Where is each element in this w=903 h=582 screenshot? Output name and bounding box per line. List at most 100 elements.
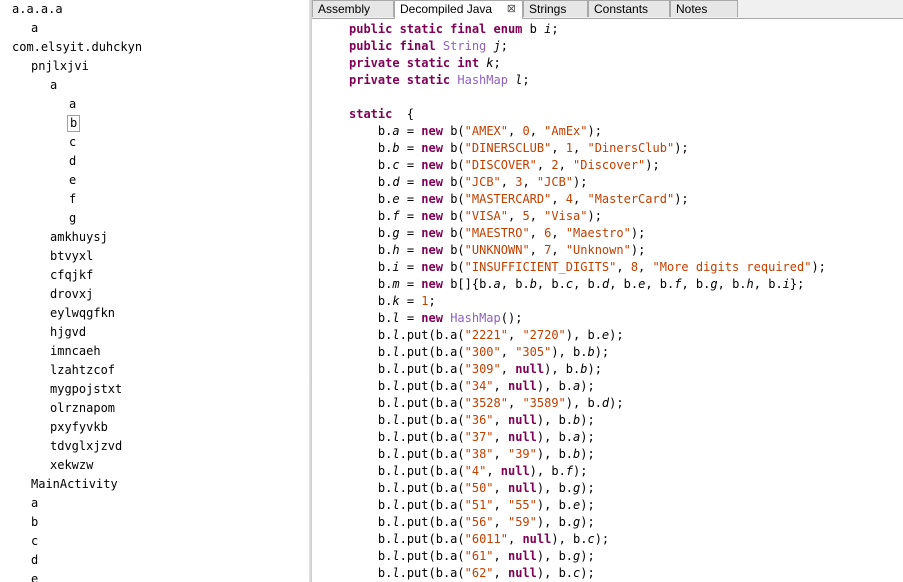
tree-node[interactable]: e <box>67 172 78 189</box>
code-token: , <box>507 396 523 410</box>
tab-label: Decompiled Java <box>400 2 493 16</box>
code-line: b.l.put(b.a("36", null), b.b); <box>349 412 595 429</box>
tree-node[interactable]: xekwzw <box>48 457 95 474</box>
code-token: "VISA" <box>464 209 508 223</box>
code-token: .put(b.a( <box>399 515 465 529</box>
code-token: "MAESTRO" <box>464 226 530 240</box>
code-token: , b. <box>717 277 747 291</box>
code-token: "Discover" <box>573 158 646 172</box>
tree-node[interactable]: hjgvd <box>48 324 88 341</box>
code-token: "51" <box>464 498 494 512</box>
code-token: .put(b.a( <box>399 379 465 393</box>
code-token: .put(b.a( <box>399 532 465 546</box>
code-token: 4 <box>565 192 574 206</box>
code-token: public static final enum <box>349 22 530 36</box>
tab-decompiled-java[interactable]: Decompiled Java ⊠ <box>394 0 523 19</box>
package-tree[interactable]: a.a.a.a a com.elsyit.duhckyn pnjlxjvi a a b c d e… <box>0 0 309 582</box>
tab-label: Strings <box>529 2 567 16</box>
code-token: l <box>392 328 400 342</box>
tree-node[interactable]: cfqjkf <box>48 267 95 284</box>
tree-node[interactable]: f <box>67 191 78 208</box>
code-token: b <box>529 277 537 291</box>
tree-node[interactable]: btvyxl <box>48 248 95 265</box>
code-token: "MasterCard" <box>587 192 675 206</box>
code-token: static <box>349 107 400 121</box>
tree-node[interactable]: a.a.a.a <box>10 1 65 18</box>
tree-node[interactable]: pxyfyvkb <box>48 419 110 436</box>
tree-node[interactable]: c <box>67 134 78 151</box>
code-token: , <box>493 447 508 461</box>
tab-strings[interactable]: Strings <box>523 0 588 17</box>
tree-node[interactable]: com.elsyit.duhckyn <box>10 39 144 56</box>
code-token: "UNKNOWN" <box>464 243 530 257</box>
code-token: "Visa" <box>544 209 588 223</box>
code-token: l <box>392 515 400 529</box>
code-token: ), b. <box>529 464 566 478</box>
code-token: l <box>392 396 400 410</box>
tab-assembly[interactable]: Assembly <box>312 0 394 17</box>
tree-node[interactable]: b <box>67 115 81 132</box>
code-token: b. <box>349 175 393 189</box>
code-token: b. <box>349 158 393 172</box>
tree-node[interactable]: a <box>67 96 78 113</box>
tree-node[interactable]: amkhuysj <box>48 229 110 246</box>
code-token: 8 <box>630 260 639 274</box>
tree-node[interactable]: lzahtzcof <box>48 362 117 379</box>
tree-node[interactable]: mygpojstxt <box>48 381 124 398</box>
code-token: "305" <box>515 345 552 359</box>
code-token: l <box>392 345 400 359</box>
tree-node[interactable]: imncaeh <box>48 343 103 360</box>
tree-node[interactable]: e <box>29 571 40 582</box>
code-token: ); <box>630 226 646 240</box>
tab-constants[interactable]: Constants <box>588 0 670 17</box>
code-token: "37" <box>464 430 494 444</box>
code-token: "3528" <box>464 396 508 410</box>
tree-node[interactable]: tdvglxjzvd <box>48 438 124 455</box>
tree-node[interactable]: MainActivity <box>29 476 120 493</box>
code-token: , <box>616 260 631 274</box>
code-token: new <box>421 226 451 240</box>
code-token: new <box>421 243 451 257</box>
code-token: , <box>551 141 566 155</box>
code-token: ); <box>587 362 602 376</box>
code-token: l <box>392 498 400 512</box>
code-token: null <box>507 379 537 393</box>
tree-node[interactable]: olrznapom <box>48 400 117 417</box>
tree-node[interactable]: b <box>29 514 40 531</box>
tree-node[interactable]: d <box>67 153 78 170</box>
code-token: g <box>392 226 400 240</box>
tree-node[interactable]: a <box>29 495 40 512</box>
tree-node[interactable]: g <box>67 210 78 227</box>
close-tab-icon[interactable]: ⊠ <box>507 1 516 18</box>
tree-node[interactable]: eylwqgfkn <box>48 305 117 322</box>
code-token: "More digits required" <box>652 260 812 274</box>
tree-node[interactable]: a <box>48 77 59 94</box>
tree-node[interactable]: d <box>29 552 40 569</box>
code-token: b. <box>349 481 393 495</box>
tree-node[interactable]: a <box>29 20 40 37</box>
code-token: = <box>399 192 422 206</box>
code-token: 5 <box>522 209 530 223</box>
code-token: ); <box>587 124 602 138</box>
code-token: public final <box>349 39 443 53</box>
code-token: l <box>392 430 400 444</box>
tree-node[interactable]: pnjlxjvi <box>29 58 91 75</box>
code-token: l <box>392 481 400 495</box>
code-editor[interactable]: public static final enum b i; public fina… <box>312 19 903 582</box>
code-token: ); <box>580 566 595 580</box>
code-token: = <box>399 294 422 308</box>
code-line: b.l = new HashMap(); <box>349 310 523 327</box>
code-token: ); <box>580 413 595 427</box>
tree-node[interactable]: drovxj <box>48 286 95 303</box>
tab-notes[interactable]: Notes <box>670 0 738 17</box>
code-token: .put(b.a( <box>399 430 465 444</box>
code-token: b. <box>349 192 393 206</box>
code-token: k <box>392 294 400 308</box>
code-token: l <box>392 379 400 393</box>
code-token: ); <box>580 515 595 529</box>
code-token: c <box>392 158 400 172</box>
code-token: ), b. <box>565 328 602 342</box>
code-token: d <box>392 175 400 189</box>
code-token: ); <box>580 447 595 461</box>
tree-node[interactable]: c <box>29 533 40 550</box>
